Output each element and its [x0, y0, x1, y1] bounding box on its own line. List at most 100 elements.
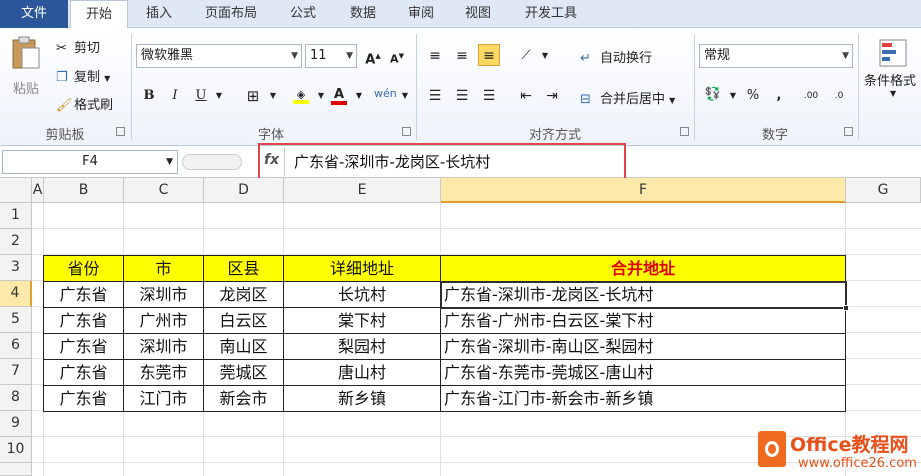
shrink-font-icon[interactable]: A▼: [386, 45, 408, 67]
font-family-select[interactable]: 微软雅黑 ▼: [136, 44, 302, 68]
col-header-e[interactable]: E: [284, 178, 441, 203]
chevron-down-icon[interactable]: ▼: [348, 85, 370, 107]
select-all-corner[interactable]: [0, 178, 32, 203]
percent-icon[interactable]: %: [742, 85, 764, 107]
align-left-icon[interactable]: ☰: [424, 85, 446, 107]
merge-center-button[interactable]: ⊟ 合并后居中 ▼: [580, 88, 675, 107]
currency-icon[interactable]: 💱: [702, 84, 724, 106]
fill-color-icon[interactable]: ◈: [290, 84, 312, 106]
cell-c7[interactable]: 东莞市: [123, 359, 204, 386]
tab-file[interactable]: 文件: [0, 0, 68, 28]
conditional-format-button[interactable]: 条件格式 ▼: [864, 38, 921, 98]
chevron-down-icon[interactable]: ▼: [534, 45, 556, 67]
cell-e3[interactable]: 详细地址: [283, 255, 441, 282]
cell-c4[interactable]: 深圳市: [123, 281, 204, 308]
cell-b6[interactable]: 广东省: [43, 333, 124, 360]
increase-decimal-icon[interactable]: .00: [800, 85, 822, 107]
spreadsheet-grid[interactable]: A B C D E F G 1 2 3 4 5 6 7 8 9 10 省份 市 …: [0, 178, 921, 476]
cell-e7[interactable]: 唐山村: [283, 359, 441, 386]
paste-button[interactable]: 粘贴: [8, 36, 44, 106]
cell-b3[interactable]: 省份: [43, 255, 124, 282]
col-header-d[interactable]: D: [204, 178, 284, 203]
cell-b7[interactable]: 广东省: [43, 359, 124, 386]
increase-indent-icon[interactable]: ⇥: [541, 85, 563, 107]
cell-d3[interactable]: 区县: [203, 255, 284, 282]
italic-icon[interactable]: I: [164, 85, 186, 107]
cell-e6[interactable]: 梨园村: [283, 333, 441, 360]
row-header-7[interactable]: 7: [0, 359, 32, 385]
tab-formulas[interactable]: 公式: [274, 0, 332, 28]
row-header-11[interactable]: [0, 463, 32, 476]
grow-font-icon[interactable]: A▲: [362, 45, 384, 67]
clipboard-launcher-icon[interactable]: [116, 127, 125, 136]
border-icon[interactable]: ⊞: [242, 85, 264, 107]
number-launcher-icon[interactable]: [844, 127, 853, 136]
col-header-b[interactable]: B: [44, 178, 124, 203]
phonetic-icon[interactable]: wén: [374, 83, 397, 105]
cell-f8[interactable]: 广东省-江门市-新会市-新乡镇: [440, 385, 846, 412]
tab-developer[interactable]: 开发工具: [508, 0, 594, 28]
font-color-icon[interactable]: A: [328, 84, 350, 106]
wrap-text-button[interactable]: ↵ 自动换行: [580, 47, 652, 66]
formula-bar-splitter-icon[interactable]: [182, 154, 242, 170]
chevron-down-icon[interactable]: ▼: [722, 85, 744, 107]
cell-d8[interactable]: 新会市: [203, 385, 284, 412]
row-header-6[interactable]: 6: [0, 333, 32, 359]
cell-e5[interactable]: 棠下村: [283, 307, 441, 334]
fill-handle[interactable]: [843, 305, 849, 311]
align-middle-icon[interactable]: ≡: [451, 45, 473, 67]
comma-icon[interactable]: ,: [768, 85, 790, 107]
cell-b4[interactable]: 广东省: [43, 281, 124, 308]
col-header-c[interactable]: C: [124, 178, 204, 203]
cell-e8[interactable]: 新乡镇: [283, 385, 441, 412]
cell-c5[interactable]: 广州市: [123, 307, 204, 334]
format-painter-button[interactable]: 🖌格式刷: [56, 94, 113, 113]
cell-d6[interactable]: 南山区: [203, 333, 284, 360]
name-box[interactable]: F4 ▼: [2, 150, 178, 174]
cell-f6[interactable]: 广东省-深圳市-南山区-梨园村: [440, 333, 846, 360]
cell-d7[interactable]: 莞城区: [203, 359, 284, 386]
cell-b8[interactable]: 广东省: [43, 385, 124, 412]
alignment-launcher-icon[interactable]: [680, 127, 689, 136]
col-header-g[interactable]: G: [846, 178, 921, 203]
font-size-select[interactable]: 11 ▼: [305, 44, 357, 68]
col-header-a[interactable]: A: [32, 178, 44, 203]
cell-b5[interactable]: 广东省: [43, 307, 124, 334]
tab-view[interactable]: 视图: [450, 0, 506, 28]
copy-button[interactable]: ❐ 复制 ▼: [56, 66, 110, 85]
bold-icon[interactable]: B: [138, 85, 160, 107]
row-header-10[interactable]: 10: [0, 437, 32, 463]
row-header-4[interactable]: 4: [0, 281, 32, 307]
row-header-3[interactable]: 3: [0, 255, 32, 281]
tab-data[interactable]: 数据: [334, 0, 392, 28]
chevron-down-icon[interactable]: ▼: [208, 85, 230, 107]
row-header-5[interactable]: 5: [0, 307, 32, 333]
chevron-down-icon[interactable]: ▼: [262, 85, 284, 107]
align-right-icon[interactable]: ☰: [478, 85, 500, 107]
number-format-select[interactable]: 常规 ▼: [699, 44, 853, 68]
font-launcher-icon[interactable]: [402, 127, 411, 136]
tab-home[interactable]: 开始: [70, 0, 128, 29]
tab-page-layout[interactable]: 页面布局: [190, 0, 272, 28]
tab-insert[interactable]: 插入: [130, 0, 188, 28]
row-header-9[interactable]: 9: [0, 411, 32, 437]
col-header-f[interactable]: F: [441, 178, 846, 203]
align-top-icon[interactable]: ≡: [424, 45, 446, 67]
chevron-down-icon[interactable]: ▼: [394, 85, 416, 107]
cell-d4[interactable]: 龙岗区: [203, 281, 284, 308]
cell-f7[interactable]: 广东省-东莞市-莞城区-唐山村: [440, 359, 846, 386]
decrease-decimal-icon[interactable]: .0: [828, 85, 850, 107]
cell-e4[interactable]: 长坑村: [283, 281, 441, 308]
cell-c8[interactable]: 江门市: [123, 385, 204, 412]
align-bottom-icon[interactable]: ≡: [478, 44, 500, 66]
cut-button[interactable]: ✂ 剪切: [56, 37, 100, 56]
row-header-8[interactable]: 8: [0, 385, 32, 411]
row-header-1[interactable]: 1: [0, 203, 32, 229]
cell-f3[interactable]: 合并地址: [440, 255, 846, 282]
row-header-2[interactable]: 2: [0, 229, 32, 255]
tab-review[interactable]: 审阅: [394, 0, 448, 28]
cell-f5[interactable]: 广东省-广州市-白云区-棠下村: [440, 307, 846, 334]
cell-c3[interactable]: 市: [123, 255, 204, 282]
decrease-indent-icon[interactable]: ⇤: [515, 85, 537, 107]
align-center-icon[interactable]: ☰: [451, 85, 473, 107]
